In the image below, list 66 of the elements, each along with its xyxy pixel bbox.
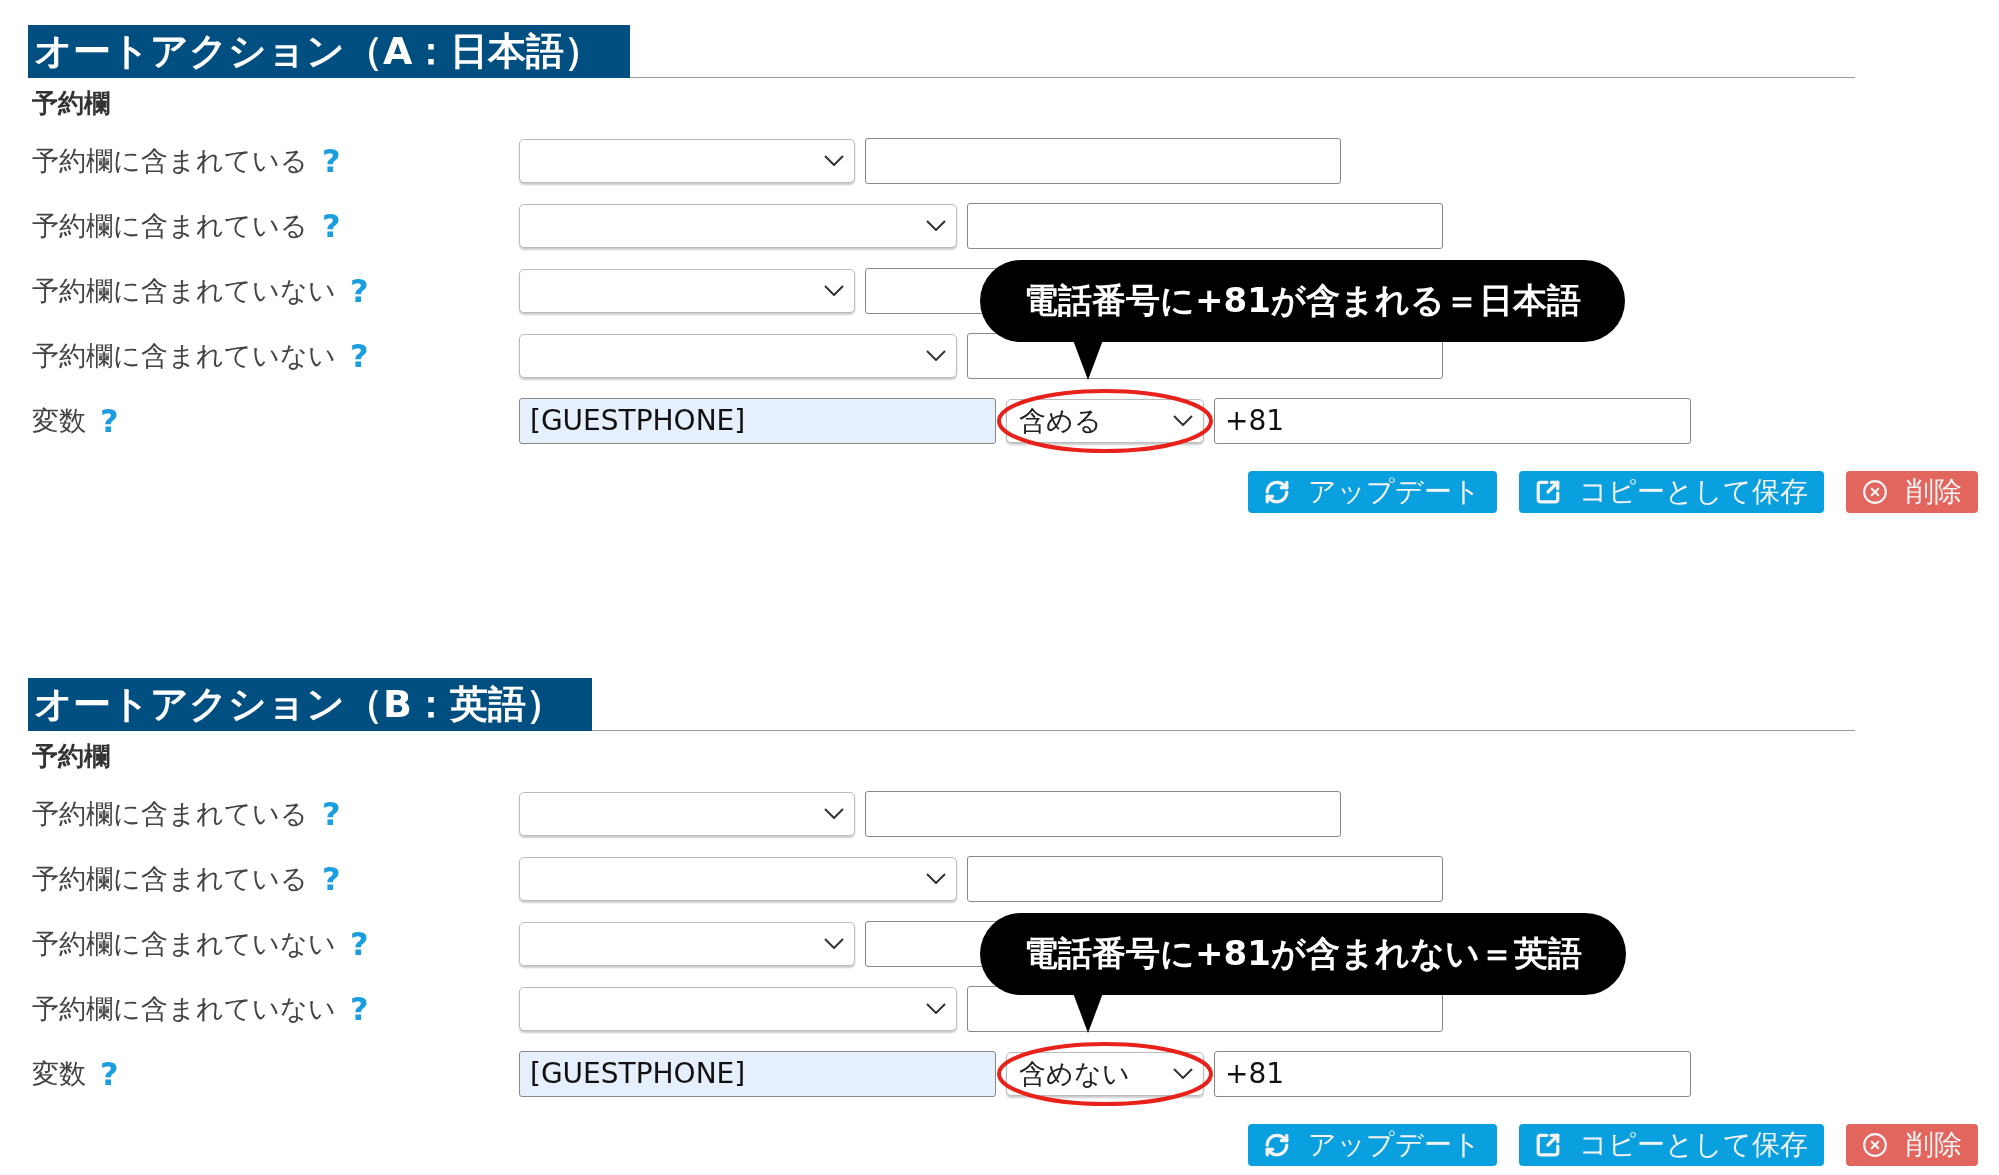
condition-dropdown[interactable] <box>519 986 957 1031</box>
help-icon[interactable]: ? <box>322 141 341 180</box>
condition-dropdown[interactable] <box>519 203 957 248</box>
condition-dropdown[interactable] <box>519 268 855 313</box>
update-button[interactable]: アップデート <box>1248 471 1497 513</box>
chevron-icon <box>926 873 946 884</box>
condition-dropdown[interactable] <box>519 791 855 836</box>
group-label: 予約欄 <box>31 87 111 120</box>
update-button[interactable]: アップデート <box>1248 1124 1497 1166</box>
refresh-icon <box>1264 479 1290 505</box>
copy-button[interactable]: コピーとして保存 <box>1519 471 1824 513</box>
share-icon <box>1535 479 1561 505</box>
variable-field[interactable]: [GUESTPHONE] <box>519 1050 996 1097</box>
value-field[interactable]: +81 <box>1214 1050 1691 1097</box>
help-icon[interactable]: ? <box>100 401 119 440</box>
field-label: 予約欄に含まれている <box>32 143 308 178</box>
chevron-icon <box>824 285 844 296</box>
section-title: オートアクション（A：日本語） <box>28 25 631 78</box>
callout-tooltip: 電話番号に+81が含まれない＝英語 <box>980 913 1626 1033</box>
help-icon[interactable]: ? <box>350 271 369 310</box>
help-icon[interactable]: ? <box>322 794 341 833</box>
chevron-icon <box>926 1003 946 1014</box>
section-title: オートアクション（B：英語） <box>28 678 592 731</box>
chevron-icon <box>926 350 946 361</box>
field-label: 変数 <box>32 1056 86 1091</box>
condition-dropdown[interactable] <box>519 921 855 966</box>
close-icon <box>1862 1132 1888 1158</box>
delete-button[interactable]: 削除 <box>1846 471 1978 513</box>
field-label: 変数 <box>32 403 86 438</box>
help-icon[interactable]: ? <box>350 336 369 375</box>
help-icon[interactable]: ? <box>322 859 341 898</box>
help-icon[interactable]: ? <box>322 206 341 245</box>
copy-button[interactable]: コピーとして保存 <box>1519 1124 1824 1166</box>
value-field[interactable]: +81 <box>1214 397 1691 444</box>
refresh-icon <box>1264 1132 1290 1158</box>
help-icon[interactable]: ? <box>350 989 369 1028</box>
condition-dropdown[interactable] <box>519 333 957 378</box>
chevron-icon <box>926 220 946 231</box>
text-field[interactable] <box>865 137 1341 184</box>
delete-button[interactable]: 削除 <box>1846 1124 1978 1166</box>
operator-dropdown[interactable]: 含めない <box>1006 1051 1204 1096</box>
variable-field[interactable]: [GUESTPHONE] <box>519 397 996 444</box>
field-label: 予約欄に含まれている <box>32 796 308 831</box>
text-field[interactable] <box>865 790 1341 837</box>
group-label: 予約欄 <box>31 740 111 773</box>
field-label: 予約欄に含まれている <box>32 208 308 243</box>
field-label: 予約欄に含まれていない <box>32 991 336 1026</box>
help-icon[interactable]: ? <box>350 924 369 963</box>
chevron-icon <box>1173 1068 1193 1079</box>
help-icon[interactable]: ? <box>100 1054 119 1093</box>
condition-dropdown[interactable] <box>519 138 855 183</box>
chevron-icon <box>824 155 844 166</box>
condition-dropdown[interactable] <box>519 856 957 901</box>
chevron-icon <box>824 938 844 949</box>
chevron-icon <box>1173 415 1193 426</box>
close-icon <box>1862 479 1888 505</box>
share-icon <box>1535 1132 1561 1158</box>
field-label: 予約欄に含まれていない <box>32 926 336 961</box>
text-field[interactable] <box>967 202 1443 249</box>
field-label: 予約欄に含まれていない <box>32 273 336 308</box>
operator-dropdown[interactable]: 含める <box>1006 398 1204 443</box>
text-field[interactable] <box>967 855 1443 902</box>
field-label: 予約欄に含まれている <box>32 861 308 896</box>
field-label: 予約欄に含まれていない <box>32 338 336 373</box>
chevron-icon <box>824 808 844 819</box>
callout-tooltip: 電話番号に+81が含まれる＝日本語 <box>980 260 1625 380</box>
